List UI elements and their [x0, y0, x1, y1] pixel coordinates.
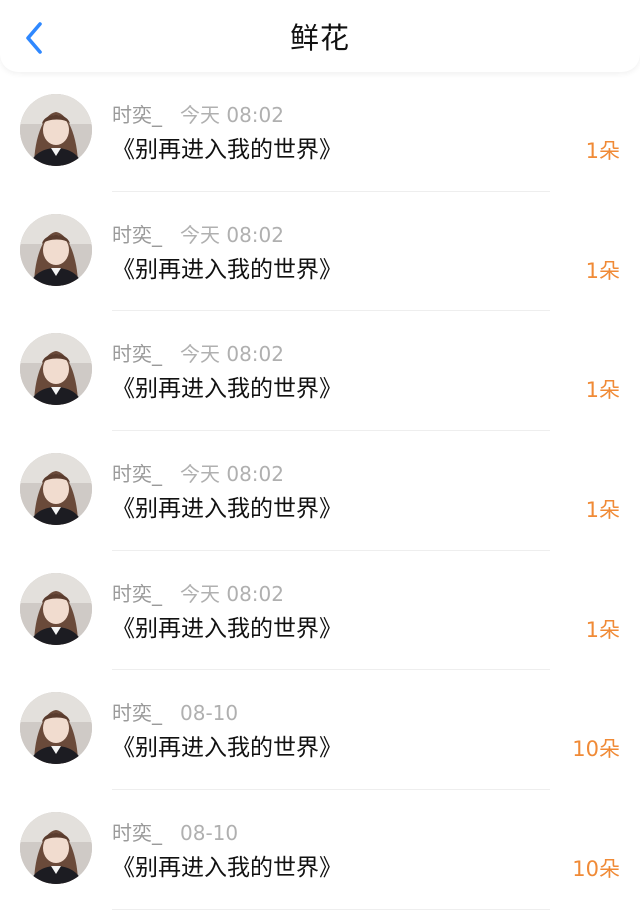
list-item[interactable]: 时奕_ 今天 08:02 《别再进入我的世界》 1朵 — [0, 192, 640, 312]
flower-count: 10朵 — [572, 737, 620, 762]
send-time: 今天 08:02 — [180, 222, 284, 247]
avatar[interactable] — [20, 94, 92, 166]
list-item[interactable]: 时奕_ 今天 08:02 《别再进入我的世界》 1朵 — [0, 551, 640, 671]
sender-name[interactable]: 时奕_ — [112, 582, 162, 606]
avatar[interactable] — [20, 692, 92, 765]
list-item[interactable]: 时奕_ 今天 08:02 《别再进入我的世界》 1朵 — [0, 72, 640, 192]
avatar[interactable] — [20, 213, 92, 286]
flower-count: 1朵 — [585, 139, 620, 163]
flower-meta: 时奕_ 今天 08:02 — [112, 222, 284, 248]
send-time: 今天 08:02 — [180, 103, 284, 127]
sender-name[interactable]: 时奕_ — [112, 103, 162, 127]
work-title[interactable]: 《别再进入我的世界》 — [112, 852, 342, 884]
flowers-page: 鲜花 时奕_ 今天 08:02 《别再进入我的世界》 1朵 时奕_ 今天 08:… — [0, 0, 640, 915]
send-time: 今天 08:02 — [180, 462, 284, 487]
work-title[interactable]: 《别再进入我的世界》 — [112, 373, 342, 405]
send-time: 今天 08:02 — [180, 581, 284, 606]
flower-meta: 时奕_ 今天 08:02 — [112, 461, 284, 487]
flower-meta: 时奕_ 08-10 — [112, 700, 238, 726]
divider — [112, 908, 550, 910]
work-title[interactable]: 《别再进入我的世界》 — [112, 493, 342, 525]
flower-count: 1朵 — [585, 617, 620, 642]
flower-count: 1朵 — [585, 258, 620, 283]
page-title: 鲜花 — [289, 21, 350, 55]
send-time: 今天 08:02 — [180, 342, 284, 367]
flower-meta: 时奕_ 今天 08:02 — [112, 102, 284, 128]
list-item[interactable]: 时奕_ 08-10 《别再进入我的世界》 10朵 — [0, 790, 640, 910]
avatar[interactable] — [20, 572, 92, 645]
sender-name[interactable]: 时奕_ — [112, 223, 162, 247]
send-time: 08-10 — [180, 701, 239, 726]
flower-meta: 时奕_ 今天 08:02 — [112, 341, 284, 367]
list-item[interactable]: 时奕_ 今天 08:02 《别再进入我的世界》 1朵 — [0, 311, 640, 432]
flower-count: 1朵 — [585, 498, 620, 523]
flower-count: 1朵 — [585, 378, 620, 403]
sender-name[interactable]: 时奕_ — [112, 342, 162, 366]
sender-name[interactable]: 时奕_ — [112, 821, 162, 845]
sender-name[interactable]: 时奕_ — [112, 701, 162, 725]
send-time: 08-10 — [180, 821, 239, 846]
flower-list: 时奕_ 今天 08:02 《别再进入我的世界》 1朵 时奕_ 今天 08:02 — [0, 72, 640, 910]
list-item[interactable]: 时奕_ 今天 08:02 《别再进入我的世界》 1朵 — [0, 431, 640, 551]
avatar[interactable] — [20, 333, 92, 406]
flower-count: 10朵 — [572, 857, 620, 882]
flower-meta: 时奕_ 今天 08:02 — [112, 581, 284, 607]
work-title[interactable]: 《别再进入我的世界》 — [112, 134, 342, 166]
avatar[interactable] — [20, 453, 92, 526]
avatar[interactable] — [20, 812, 92, 885]
work-title[interactable]: 《别再进入我的世界》 — [112, 613, 342, 645]
flower-meta: 时奕_ 08-10 — [112, 820, 238, 846]
list-item[interactable]: 时奕_ 08-10 《别再进入我的世界》 10朵 — [0, 670, 640, 791]
nav-header: 鲜花 — [0, 0, 640, 72]
work-title[interactable]: 《别再进入我的世界》 — [112, 254, 342, 286]
sender-name[interactable]: 时奕_ — [112, 462, 162, 486]
work-title[interactable]: 《别再进入我的世界》 — [112, 732, 342, 764]
